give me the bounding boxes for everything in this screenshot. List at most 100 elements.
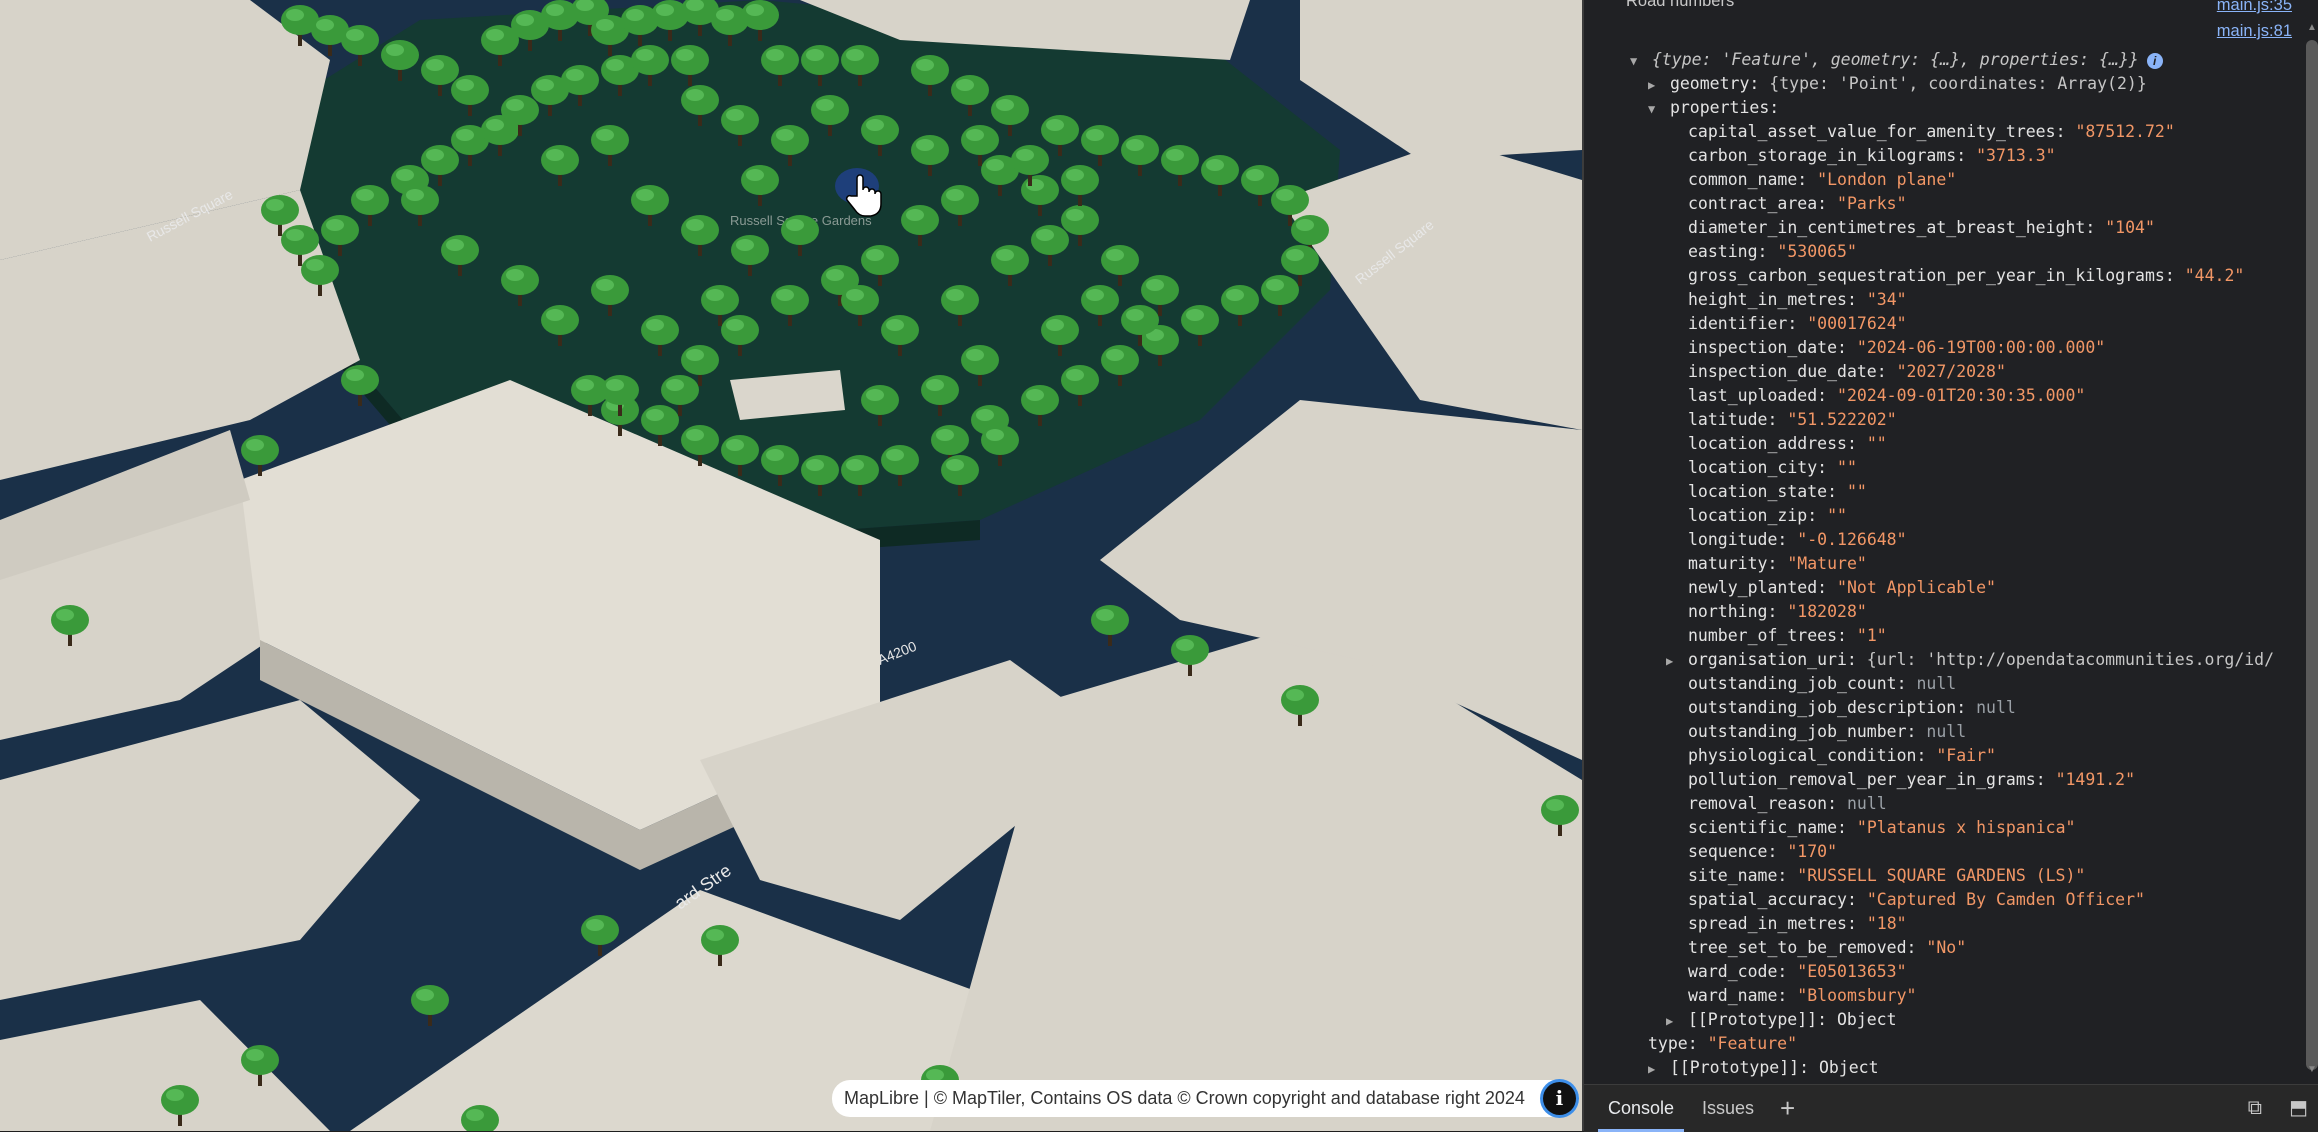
property-row: location_state: ""	[1688, 480, 1867, 504]
prop-value: "18"	[1866, 914, 1907, 933]
colon: :	[1837, 818, 1857, 837]
prop-value: "E05013653"	[1797, 962, 1907, 981]
tab-console[interactable]: Console	[1597, 1085, 1685, 1132]
expanded-triangle-icon[interactable]: ▼	[1630, 49, 1642, 73]
colon: :	[1777, 986, 1798, 1005]
scroll-down-arrow[interactable]: ▼	[2306, 1064, 2318, 1078]
colon: :	[1827, 482, 1847, 501]
property-row: last_uploaded: "2024-09-01T20:30:35.000"	[1688, 384, 2085, 408]
colon: :	[1837, 626, 1857, 645]
attribution-text: MapLibre | © MapTiler, Contains OS data …	[844, 1088, 1525, 1108]
prop-value: "1491.2"	[2055, 770, 2136, 789]
colon: :	[1827, 794, 1847, 813]
colon: :	[1817, 578, 1838, 597]
prop-key: number_of_trees	[1688, 626, 1838, 645]
property-row: newly_planted: "Not Applicable"	[1688, 576, 1996, 600]
colon: :	[1846, 890, 1867, 909]
prototype-row[interactable]: ▶ [[Prototype]]: Object	[1648, 1056, 1879, 1080]
object-summary: {type: 'Feature', geometry: {…}, propert…	[1651, 50, 2139, 69]
property-row: location_address: ""	[1688, 432, 1887, 456]
colon: :	[1767, 410, 1788, 429]
prototype-row[interactable]: ▶ [[Prototype]]: Object	[1666, 1008, 1897, 1032]
properties-row[interactable]: ▼ properties:	[1648, 96, 1779, 120]
property-row: common_name: "London plane"	[1688, 168, 1956, 192]
prop-key: diameter_in_centimetres_at_breast_height	[1688, 218, 2086, 237]
property-row: physiological_condition: "Fair"	[1688, 744, 1996, 768]
prop-value: "87512.72"	[2075, 122, 2175, 141]
map-canvas[interactable]: Russell Square Russell Square A4200 ard …	[0, 0, 1582, 1131]
colon: :	[1767, 842, 1788, 861]
map-view[interactable]: Russell Square Russell Square A4200 ard …	[0, 0, 1582, 1131]
prop-value: "Captured By Camden Officer"	[1866, 890, 2145, 909]
prop-value: "Fair"	[1936, 746, 1996, 765]
property-row: contract_area: "Parks"	[1688, 192, 1907, 216]
property-row: outstanding_job_number: null	[1688, 720, 1966, 744]
prop-value: "Bloomsbury"	[1797, 986, 1917, 1005]
prop-value: "Mature"	[1787, 554, 1867, 573]
colon: :	[1837, 338, 1857, 357]
console-scrollbar[interactable]	[2306, 40, 2318, 1070]
scroll-up-arrow[interactable]: ▲	[2306, 22, 2318, 36]
dock-icon[interactable]: ⧉	[2248, 1085, 2262, 1132]
property-row: tree_set_to_be_removed: "No"	[1688, 936, 1966, 960]
property-row: removal_reason: null	[1688, 792, 1887, 816]
prop-key: newly_planted	[1688, 578, 1818, 597]
prop-value: "44.2"	[2184, 266, 2245, 285]
tab-issues[interactable]: Issues	[1702, 1085, 1754, 1132]
source-link[interactable]: main.js:35	[2217, 0, 2292, 16]
console-output[interactable]: Road numbers ▼ {type: 'Feature', geometr…	[1584, 0, 2302, 1083]
prop-value: "RUSSELL SQUARE GARDENS (LS)"	[1797, 866, 2086, 885]
source-link[interactable]: main.js:81	[2217, 20, 2292, 42]
property-row: carbon_storage_in_kilograms: "3713.3"	[1688, 144, 2056, 168]
collapsed-triangle-icon[interactable]: ▶	[1666, 649, 1678, 673]
colon: :	[2035, 770, 2056, 789]
collapsed-triangle-icon[interactable]: ▶	[1648, 1057, 1660, 1081]
prop-value: "51.522202"	[1787, 410, 1897, 429]
colon: :	[1777, 962, 1798, 981]
info-icon[interactable]: i	[1542, 1082, 1576, 1115]
colon: :	[1767, 554, 1788, 573]
colon: :	[1896, 674, 1917, 693]
property-row[interactable]: ▶ organisation_uri: {url: 'http://openda…	[1666, 648, 2274, 672]
colon: :	[1846, 290, 1867, 309]
property-row: location_city: ""	[1688, 456, 1857, 480]
prop-key: sequence	[1688, 842, 1768, 861]
colon: :	[1817, 194, 1838, 213]
prop-value: {url: 'http://opendatacommunities.org/id…	[1866, 650, 2275, 669]
property-row: easting: "530065"	[1688, 240, 1857, 264]
property-row: spread_in_metres: "18"	[1688, 912, 1907, 936]
property-row: capital_asset_value_for_amenity_trees: "…	[1688, 120, 2175, 144]
prop-value: "00017624"	[1807, 314, 1907, 333]
expanded-triangle-icon[interactable]: ▼	[1648, 97, 1660, 121]
log-object-root[interactable]: ▼ {type: 'Feature', geometry: {…}, prope…	[1630, 48, 2163, 72]
prop-key: outstanding_job_count	[1688, 674, 1897, 693]
property-row: latitude: "51.522202"	[1688, 408, 1897, 432]
colon: :	[1777, 866, 1798, 885]
prop-value: null	[1976, 698, 2016, 717]
prop-value: "Platanus x hispanica"	[1856, 818, 2076, 837]
prototype-label: [[Prototype]]: Object	[1687, 1010, 1897, 1029]
prop-key: identifier	[1688, 314, 1788, 333]
property-row: northing: "182028"	[1688, 600, 1867, 624]
undock-icon[interactable]: ⬒	[2289, 1085, 2308, 1132]
prop-value: "2024-09-01T20:30:35.000"	[1837, 386, 2086, 405]
geometry-row[interactable]: ▶ geometry: {type: 'Point', coordinates:…	[1648, 72, 2147, 96]
collapsed-triangle-icon[interactable]: ▶	[1666, 1009, 1678, 1033]
prop-key: type	[1648, 1034, 1688, 1053]
info-icon[interactable]: i	[2146, 52, 2163, 69]
prop-key: contract_area	[1688, 194, 1818, 213]
property-row: pollution_removal_per_year_in_grams: "14…	[1688, 768, 2135, 792]
plus-icon[interactable]: +	[1780, 1085, 1795, 1132]
collapsed-triangle-icon[interactable]: ▶	[1648, 73, 1660, 97]
prop-key: northing	[1688, 602, 1768, 621]
type-row: type: "Feature"	[1648, 1032, 1797, 1056]
prop-key: organisation_uri	[1687, 650, 1847, 669]
prop-value: "No"	[1926, 938, 1967, 957]
colon: :	[1956, 698, 1977, 717]
prop-key: site_name	[1688, 866, 1778, 885]
prop-key: geometry	[1669, 74, 1750, 93]
property-row: outstanding_job_description: null	[1688, 696, 2016, 720]
property-row: longitude: "-0.126648"	[1688, 528, 1907, 552]
prop-key: maturity	[1688, 554, 1768, 573]
prop-key: location_zip	[1688, 506, 1808, 525]
